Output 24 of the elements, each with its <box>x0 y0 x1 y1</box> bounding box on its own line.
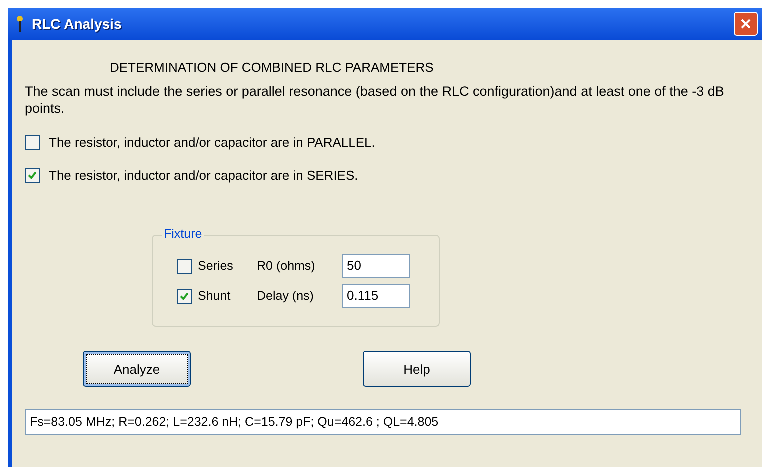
checkbox[interactable] <box>177 288 192 304</box>
heading: DETERMINATION OF COMBINED RLC PARAMETERS <box>110 60 435 75</box>
field-label: R0 (ohms) <box>257 259 316 273</box>
checkbox-label[interactable]: Series <box>198 259 234 273</box>
window-title: RLC Analysis <box>32 16 122 32</box>
field-label: Delay (ns) <box>257 289 315 303</box>
description-text: The scan must include the series or parallel resonance (based on the RLC configuration)and at least one of the -3 dB points. <box>25 83 726 117</box>
checkbox-label[interactable]: Shunt <box>198 289 231 303</box>
checkbox-label[interactable]: The resistor, inductor and/or capacitor are in PARALLEL. <box>49 135 376 150</box>
checkbox-label[interactable]: The resistor, inductor and/or capacitor are in SERIES. <box>49 168 358 183</box>
input-field[interactable]: 0.115 <box>342 284 410 308</box>
result-field[interactable]: Fs=83.05 MHz; R=0.262; L=232.6 nH; C=15.79 pF; Qu=462.6 ; QL=4.805 <box>25 409 741 435</box>
probe-icon <box>16 15 24 33</box>
check-icon <box>27 170 38 181</box>
dialog-button[interactable]: Help <box>363 351 471 387</box>
group-title: Fixture <box>162 227 204 241</box>
checkbox[interactable] <box>25 168 40 183</box>
dialog-button[interactable]: Analyze <box>83 351 191 387</box>
input-field[interactable]: 50 <box>342 254 410 278</box>
close-icon <box>740 18 752 30</box>
checkbox[interactable] <box>25 135 40 150</box>
check-icon <box>179 290 190 302</box>
close-button[interactable] <box>734 12 758 36</box>
checkbox[interactable] <box>177 258 192 274</box>
